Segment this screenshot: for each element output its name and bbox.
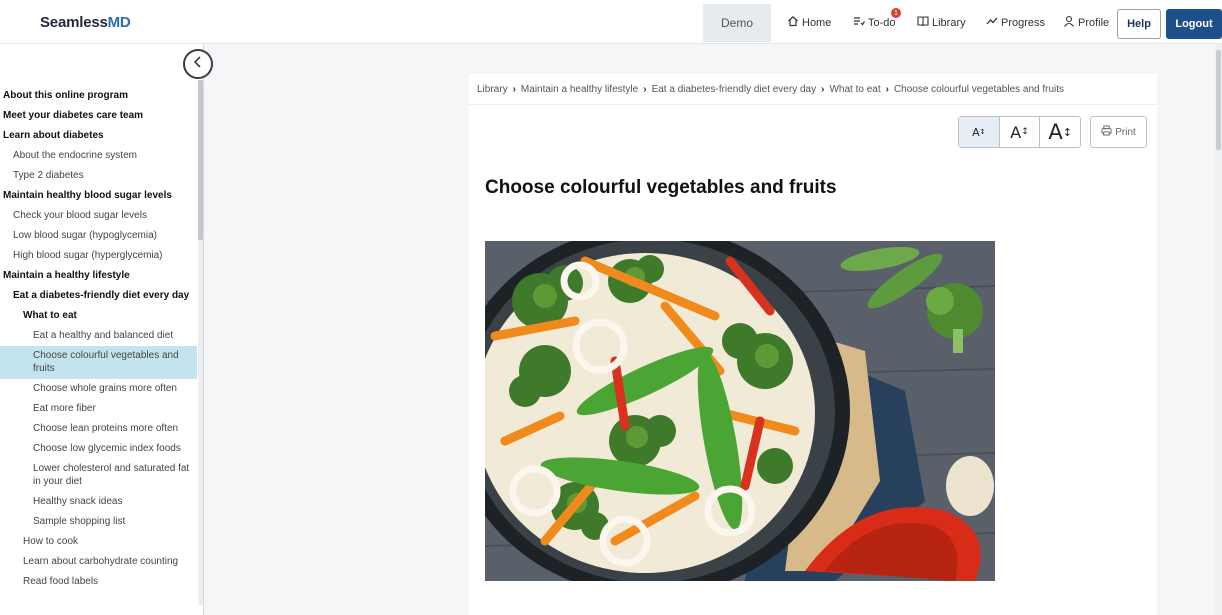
font-size-large-button[interactable]: A ↕	[1040, 117, 1080, 147]
font-size-small-button[interactable]: A ↕	[959, 117, 1000, 147]
breadcrumb-item[interactable]: Eat a diabetes-friendly diet every day	[652, 84, 817, 95]
page-title: Choose colourful vegetables and fruits	[485, 177, 837, 198]
sidebar-item[interactable]: About the endocrine system	[0, 146, 197, 166]
nav-home-label: Home	[802, 16, 832, 29]
home-icon	[787, 15, 799, 30]
collapse-sidebar-button[interactable]	[183, 49, 213, 79]
print-label: Print	[1115, 126, 1136, 138]
sidebar-item[interactable]: Maintain a healthy lifestyle	[0, 266, 197, 286]
font-size-arrows-icon: ↕	[979, 128, 986, 136]
font-small-glyph: A	[972, 125, 980, 139]
main-scroll-thumb[interactable]	[1216, 50, 1221, 150]
print-icon	[1101, 125, 1112, 139]
font-size-arrows-icon: ↕	[1062, 125, 1072, 139]
sidebar-item[interactable]: Eat a diabetes-friendly diet every day	[0, 286, 197, 306]
sidebar-item[interactable]: What to eat	[0, 306, 197, 326]
sidebar-navigation: About this online program Meet your diabe…	[0, 44, 204, 615]
nav-todo[interactable]: To-do	[853, 15, 896, 30]
nav-todo-label: To-do	[868, 16, 896, 29]
print-button[interactable]: Print	[1090, 116, 1147, 148]
breadcrumb-item[interactable]: Maintain a healthy lifestyle	[521, 84, 638, 95]
chevron-right-icon: ›	[821, 84, 825, 95]
sidebar-item[interactable]: Choose lean proteins more often	[0, 419, 197, 439]
sidebar-item[interactable]: Check your blood sugar levels	[0, 206, 197, 226]
sidebar-item[interactable]: Maintain healthy blood sugar levels	[0, 186, 197, 206]
breadcrumb-item[interactable]: What to eat	[829, 84, 880, 95]
profile-icon	[1063, 15, 1075, 30]
chevron-right-icon: ›	[885, 84, 889, 95]
chevron-left-icon	[191, 55, 205, 74]
app-logo[interactable]: SeamlessMD	[40, 14, 131, 31]
nav-home[interactable]: Home	[787, 15, 831, 30]
font-size-controls: A ↕ A ↕ A ↕	[958, 116, 1081, 148]
sidebar-item[interactable]: Type 2 diabetes	[0, 166, 197, 186]
logo-accent-text: MD	[107, 14, 131, 31]
sidebar-scroll-thumb[interactable]	[198, 80, 203, 240]
todo-count-badge: 1	[891, 8, 901, 18]
sidebar-item[interactable]: Healthy snack ideas	[0, 492, 197, 512]
sidebar-item[interactable]: Choose whole grains more often	[0, 379, 197, 399]
breadcrumb-current: Choose colourful vegetables and fruits	[893, 84, 1065, 95]
sidebar-list: About this online program Meet your diabe…	[0, 86, 197, 592]
sidebar-item[interactable]: Eat a healthy and balanced diet	[0, 326, 197, 346]
chevron-right-icon: ›	[643, 84, 647, 95]
sidebar-item[interactable]: Eat more fiber	[0, 399, 197, 419]
sidebar-item[interactable]: Learn about diabetes	[0, 126, 197, 146]
sidebar-item[interactable]: Sample shopping list	[0, 512, 197, 532]
top-navigation-bar: SeamlessMD Demo Home To-do 1 Library Pro…	[0, 0, 1222, 44]
chevron-right-icon: ›	[512, 84, 516, 95]
sidebar-item[interactable]: Lower cholesterol and saturated fat in y…	[0, 459, 197, 492]
sidebar-item[interactable]: How to cook	[0, 532, 197, 552]
vegetable-bowl-photo	[485, 241, 995, 581]
sidebar-item[interactable]: About this online program	[0, 86, 197, 106]
demo-tab[interactable]: Demo	[703, 4, 771, 42]
breadcrumb-item[interactable]: Library	[477, 84, 508, 95]
library-icon	[917, 15, 929, 30]
breadcrumb-divider	[469, 104, 1157, 105]
nav-progress[interactable]: Progress	[986, 15, 1045, 30]
sidebar-item[interactable]: Meet your diabetes care team	[0, 106, 197, 126]
breadcrumb: Library › Maintain a healthy lifestyle ›…	[477, 84, 1064, 95]
nav-library[interactable]: Library	[917, 15, 966, 30]
nav-library-label: Library	[932, 16, 966, 29]
sidebar-item[interactable]: Learn about carbohydrate counting	[0, 552, 197, 572]
nav-progress-label: Progress	[1001, 16, 1046, 29]
nav-profile[interactable]: Profile	[1063, 15, 1109, 30]
font-size-medium-button[interactable]: A ↕	[1000, 117, 1041, 147]
logout-button[interactable]: Logout	[1166, 9, 1222, 39]
sidebar-item[interactable]: Low blood sugar (hypoglycemia)	[0, 226, 197, 246]
sidebar-item[interactable]: Read food labels	[0, 572, 197, 592]
nav-profile-label: Profile	[1078, 16, 1110, 29]
font-size-arrows-icon: ↕	[1021, 127, 1029, 137]
logo-main-text: Seamless	[40, 14, 108, 31]
sidebar-item[interactable]: High blood sugar (hyperglycemia)	[0, 246, 197, 266]
progress-icon	[986, 15, 998, 30]
sidebar-item[interactable]: Choose low glycemic index foods	[0, 439, 197, 459]
sidebar-item-active[interactable]: Choose colourful vegetables and fruits	[0, 346, 197, 379]
font-large-glyph: A	[1048, 120, 1063, 144]
todo-icon	[853, 15, 865, 30]
font-medium-glyph: A	[1010, 122, 1022, 142]
help-button[interactable]: Help	[1117, 9, 1161, 39]
